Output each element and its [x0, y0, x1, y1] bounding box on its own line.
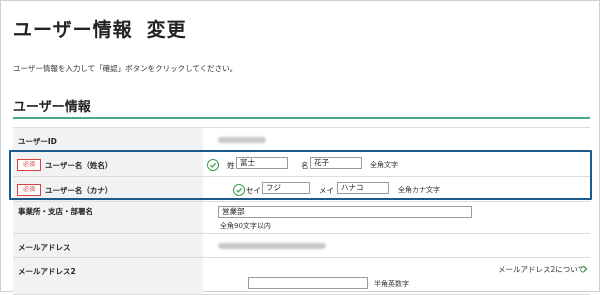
label-cell: ユーザーID	[13, 128, 203, 152]
label-cell: 必須 ユーザー名（カナ）	[13, 177, 203, 202]
label-cell: 事業所・支店・部署名	[13, 202, 203, 234]
label-name-kana: ユーザー名（カナ）	[45, 186, 113, 195]
label-office: 事業所・支店・部署名	[18, 207, 93, 216]
section-title: ユーザー情報	[13, 100, 91, 115]
required-badge: 必須	[17, 159, 41, 171]
label-cell: メールアドレス2	[13, 258, 203, 294]
instruction-text: ユーザー情報を入力して「確認」ボタンをクリックしてください。	[13, 64, 238, 73]
sei-label: 姓	[227, 161, 235, 170]
chevron-right-icon[interactable]	[581, 265, 589, 273]
sei-kana-input[interactable]	[262, 182, 310, 194]
mei-input[interactable]	[310, 157, 362, 169]
mei-kana-label: メイ	[319, 186, 334, 195]
page-title-action: 変更	[146, 19, 187, 41]
label-cell: メールアドレス	[13, 234, 203, 258]
row-mail2: メールアドレス2 メールアドレス2について 半角英数字	[13, 257, 590, 295]
mail2-help-link[interactable]: メールアドレス2について	[498, 264, 585, 275]
sei-kana-label: セイ	[246, 186, 261, 195]
row-office: 事業所・支店・部署名 全角90文字以内	[13, 201, 590, 234]
row-name-kana: 必須 ユーザー名（カナ） セイ メイ 全角カナ文字	[13, 176, 590, 202]
row-mail: メールアドレス	[13, 233, 590, 258]
label-name-kanji: ユーザー名（姓名）	[45, 161, 113, 170]
valid-check-icon	[233, 184, 245, 196]
page-title-main: ユーザー情報	[13, 19, 133, 41]
row-name-kanji: 必須 ユーザー名（姓名） 姓 名 全角文字	[13, 151, 590, 177]
required-badge: 必須	[17, 184, 41, 196]
user-id-value-redacted	[218, 137, 266, 143]
mei-kana-input[interactable]	[337, 182, 389, 194]
mail-value-redacted	[218, 243, 326, 249]
label-cell: 必須 ユーザー名（姓名）	[13, 152, 203, 177]
row-user-id: ユーザーID	[13, 127, 590, 152]
hint-fullwidth: 全角文字	[370, 161, 398, 169]
valid-check-icon	[207, 159, 219, 171]
mail2-input[interactable]	[248, 277, 368, 289]
hint-fullwidth-kana: 全角カナ文字	[398, 186, 440, 194]
page-title: ユーザー情報 変更	[13, 15, 187, 42]
section-divider	[13, 117, 590, 119]
hint-office-length: 全角90文字以内	[220, 222, 271, 230]
label-mail2: メールアドレス2	[18, 267, 76, 276]
label-mail: メールアドレス	[18, 243, 71, 252]
hint-halfwidth: 半角英数字	[374, 280, 409, 288]
sei-input[interactable]	[236, 157, 288, 169]
office-input[interactable]	[218, 206, 472, 218]
label-user-id: ユーザーID	[18, 137, 57, 146]
mei-label: 名	[301, 161, 309, 170]
